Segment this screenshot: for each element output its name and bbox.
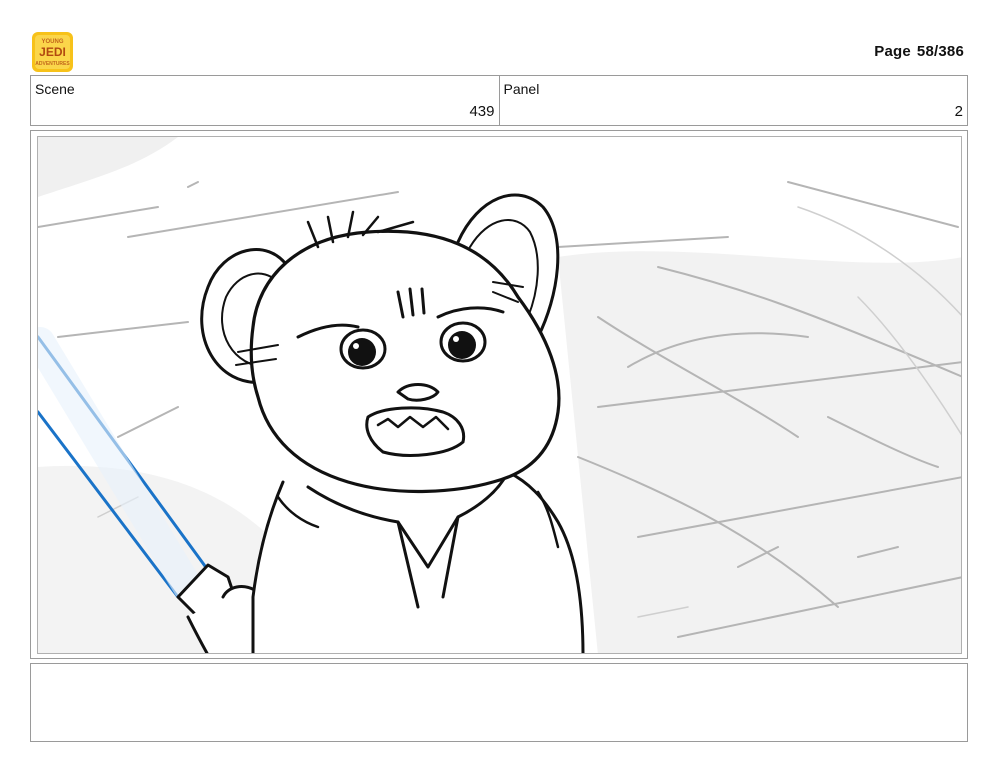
storyboard-drawing [37,136,962,654]
scene-cell: Scene 439 [31,76,499,125]
scene-label: Scene [35,81,75,97]
storyboard-panel-frame [30,130,968,659]
scene-panel-info: Scene 439 Panel 2 [30,75,968,126]
panel-label: Panel [503,81,540,97]
svg-text:ADVENTURES: ADVENTURES [35,61,70,67]
show-logo: YOUNG JEDI ADVENTURES [31,31,74,73]
page-number: 58/386 [916,43,964,60]
page-indicator: Page 58/386 [874,43,964,60]
panel-cell: Panel 2 [498,76,968,125]
scene-number: 439 [469,103,495,120]
panel-number: 2 [954,103,963,120]
page-label: Page [874,43,911,60]
svg-text:JEDI: JEDI [39,45,66,59]
panel-notes-box [30,663,968,742]
